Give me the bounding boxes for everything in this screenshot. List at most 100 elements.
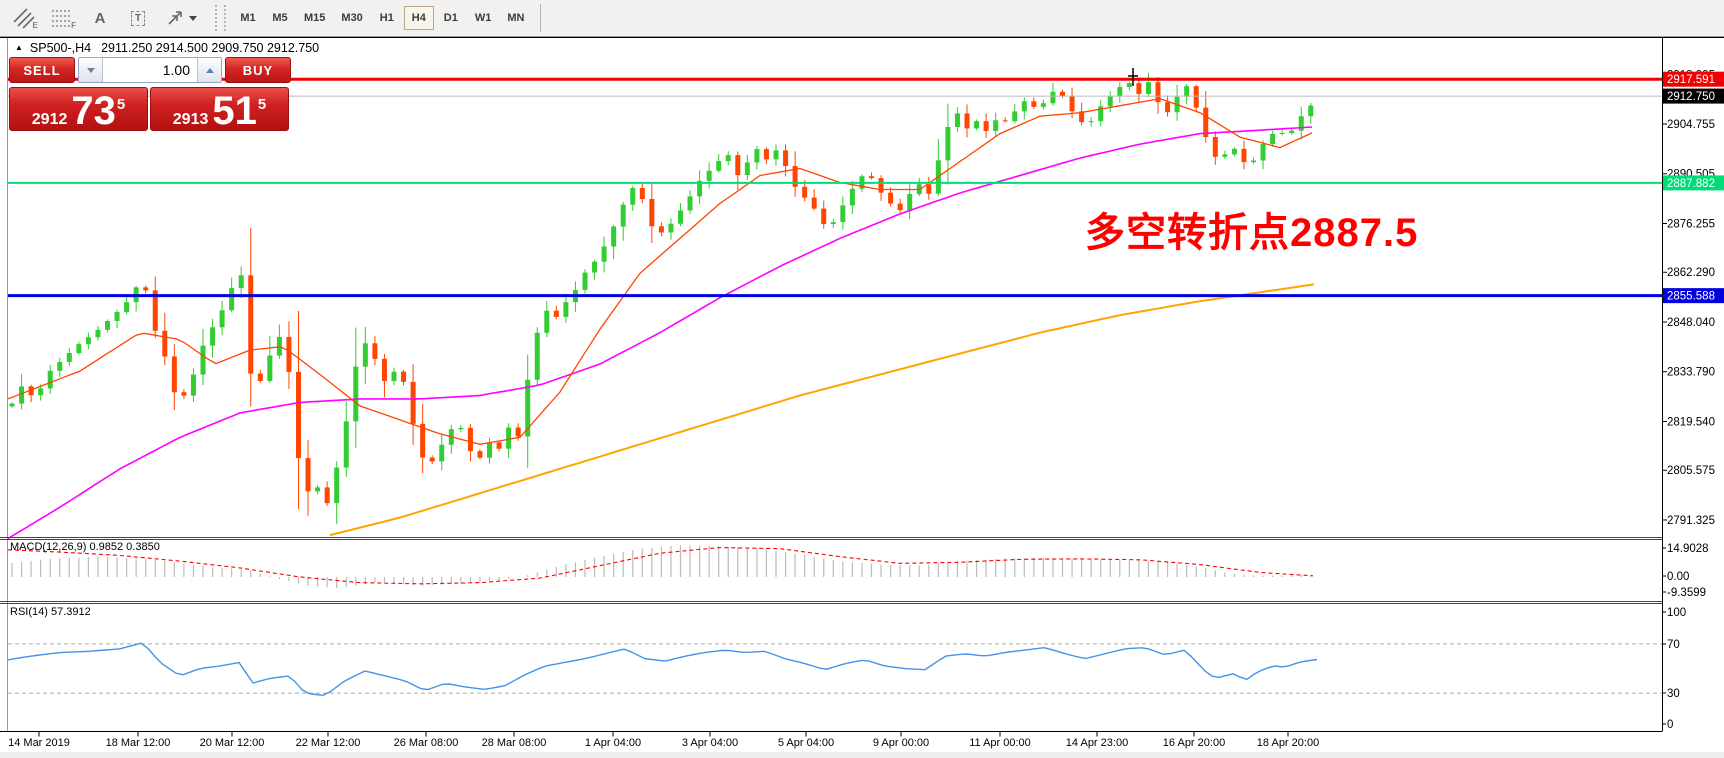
timeframe-button-mn[interactable]: MN [500,6,531,30]
candle [1261,144,1266,160]
candle [38,388,43,395]
arrows-button[interactable] [158,4,204,32]
chevron-down-icon [189,16,197,21]
time-axis-label: 16 Apr 20:00 [1163,737,1225,749]
candle [124,302,129,312]
time-axis-label: 9 Apr 00:00 [873,737,929,749]
candle [353,367,358,422]
candle [181,392,186,395]
candle [229,288,234,310]
timeframe-button-m30[interactable]: M30 [334,6,369,30]
annotation-text[interactable]: 多空转折点2887.5 [1085,200,1418,258]
candle [659,226,664,232]
collapse-icon[interactable]: ▲ [15,43,23,52]
candle [668,224,673,233]
candle [67,353,72,362]
candle [48,371,53,389]
candle [583,273,588,290]
candle [363,343,368,366]
candle [984,121,989,131]
candle [1060,92,1065,96]
price-badge-label: 2917.591 [1667,74,1715,86]
candle [879,178,884,193]
candle [1050,92,1055,103]
price-badge-label: 2912.750 [1667,91,1715,103]
candle [955,113,960,127]
macd-axis-label: -9.3599 [1667,587,1706,599]
icon-badge: F [71,21,76,30]
candle [716,161,721,171]
candle [888,193,893,204]
timeframe-button-d1[interactable]: D1 [436,6,466,30]
candle [592,262,597,273]
candle [220,310,225,327]
time-axis-label: 18 Mar 12:00 [106,737,171,749]
candle [1022,101,1027,111]
price-axis-label: 2791.325 [1667,515,1715,527]
candle [191,375,196,396]
macd-axis-label: 0.00 [1667,571,1689,583]
candle [821,209,826,224]
buy-price-box[interactable]: 2913 51 5 [150,87,289,131]
price-axis-label: 2805.575 [1667,465,1715,477]
time-axis-label: 5 Apr 04:00 [778,737,834,749]
timeframe-buttons: M1M5M15M30H1H4D1W1MN [232,6,532,30]
candle [306,458,311,491]
volume-decrease-button[interactable] [79,58,103,82]
candle [1232,149,1237,155]
candle [248,275,253,373]
timeframe-button-h4[interactable]: H4 [404,6,434,30]
sell-price-big: 73 [71,94,116,128]
candle [869,176,874,178]
candle [726,155,731,161]
one-click-trading-panel: SELL 1.00 BUY 2912 73 5 2913 51 5 [9,57,291,131]
candle [1089,121,1094,122]
candle [372,343,377,359]
candle [554,311,559,317]
timeframe-button-h1[interactable]: H1 [372,6,402,30]
buy-button[interactable]: BUY [225,57,291,83]
timeframe-button-m5[interactable]: M5 [265,6,295,30]
candle [1222,154,1227,156]
candle [965,113,970,128]
candle [162,331,167,357]
time-axis-label: 20 Mar 12:00 [200,737,265,749]
time-axis-label: 11 Apr 00:00 [969,737,1031,749]
timeframe-button-w1[interactable]: W1 [468,6,499,30]
candle [210,327,215,345]
candle [172,357,177,393]
icon-badge: E [33,21,38,30]
toolbar: E F A T [0,0,1724,37]
price-axis-label: 2819.540 [1667,416,1715,428]
sell-price-sup: 5 [117,96,125,113]
volume-input[interactable]: 1.00 [103,58,197,82]
candle [640,188,645,199]
candle [630,188,635,205]
text-label-button[interactable]: T [120,4,156,32]
buy-price-small: 2913 [173,111,209,129]
timeframe-button-m15[interactable]: M15 [297,6,332,30]
time-axis-label: 14 Mar 2019 [8,737,70,749]
candle [76,344,81,353]
ohlc-values: 2911.250 2914.500 2909.750 2912.750 [101,41,319,55]
candle [468,428,473,451]
candle [649,199,654,226]
timeframe-button-m1[interactable]: M1 [233,6,263,30]
symbol-period: SP500-,H4 [30,41,91,55]
candle [1127,83,1132,87]
volume-spinner: 1.00 [78,57,222,83]
price-axis-label: 2876.255 [1667,218,1715,230]
toolbar-grip[interactable] [215,5,226,31]
toolbar-separator [540,4,541,32]
sell-price-box[interactable]: 2912 73 5 [9,87,148,131]
candle [535,333,540,380]
volume-increase-button[interactable] [197,58,221,82]
text-tool-button[interactable]: A [82,4,118,32]
candle [621,205,626,227]
candle [458,428,463,429]
equidistant-channel-button[interactable]: E [6,4,42,32]
time-axis-label: 14 Apr 23:00 [1066,737,1128,749]
fibonacci-button[interactable]: F [44,4,80,32]
chart-title: ▲ SP500-,H4 2911.250 2914.500 2909.750 291… [15,41,319,55]
sell-button[interactable]: SELL [9,57,75,83]
